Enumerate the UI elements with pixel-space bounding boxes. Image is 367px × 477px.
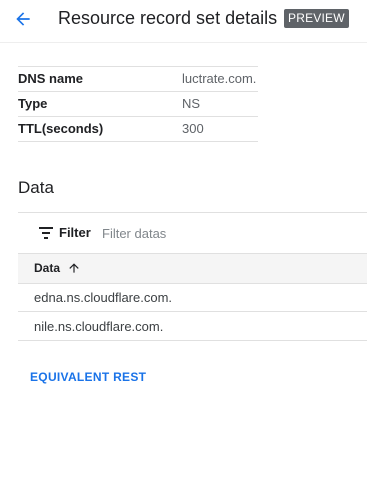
- detail-row-type: Type NS: [18, 92, 258, 117]
- table-row: edna.ns.cloudflare.com.: [18, 283, 367, 312]
- table-row: nile.ns.cloudflare.com.: [18, 312, 367, 341]
- detail-key: TTL(seconds): [18, 121, 104, 136]
- page-title: Resource record set details: [58, 8, 278, 28]
- filter-label[interactable]: Filter: [59, 225, 91, 240]
- page: Resource record set details PREVIEW DNS …: [0, 0, 367, 477]
- table-cell: nile.ns.cloudflare.com.: [34, 319, 164, 334]
- detail-value: luctrate.com.: [182, 71, 257, 86]
- back-button[interactable]: [12, 8, 34, 30]
- header: Resource record set details PREVIEW: [0, 0, 367, 40]
- arrow-up-icon[interactable]: [67, 261, 81, 275]
- detail-value: 300: [182, 121, 204, 136]
- detail-key: DNS name: [18, 71, 84, 86]
- filter-input[interactable]: [102, 223, 252, 243]
- table-header: Data: [18, 253, 367, 284]
- table-cell: edna.ns.cloudflare.com.: [34, 290, 173, 305]
- filter-list-icon[interactable]: [39, 227, 53, 239]
- filter-bar: Filter: [18, 213, 367, 253]
- header-divider: [0, 42, 367, 43]
- data-table-card: Filter Data edna.ns.cloudflare.com. nile…: [18, 212, 367, 341]
- preview-badge: PREVIEW: [284, 9, 349, 28]
- data-section-title: Data: [18, 178, 54, 197]
- detail-row-ttl: TTL(seconds) 300: [18, 117, 258, 142]
- arrow-back-icon[interactable]: [13, 9, 33, 29]
- detail-key: Type: [18, 96, 48, 111]
- detail-value: NS: [182, 96, 201, 111]
- detail-row-dns-name: DNS name luctrate.com.: [18, 67, 258, 92]
- details-table: DNS name luctrate.com. Type NS TTL(secon…: [18, 66, 258, 142]
- column-header-data[interactable]: Data: [34, 261, 60, 275]
- equivalent-rest-link[interactable]: EQUIVALENT REST: [30, 370, 146, 384]
